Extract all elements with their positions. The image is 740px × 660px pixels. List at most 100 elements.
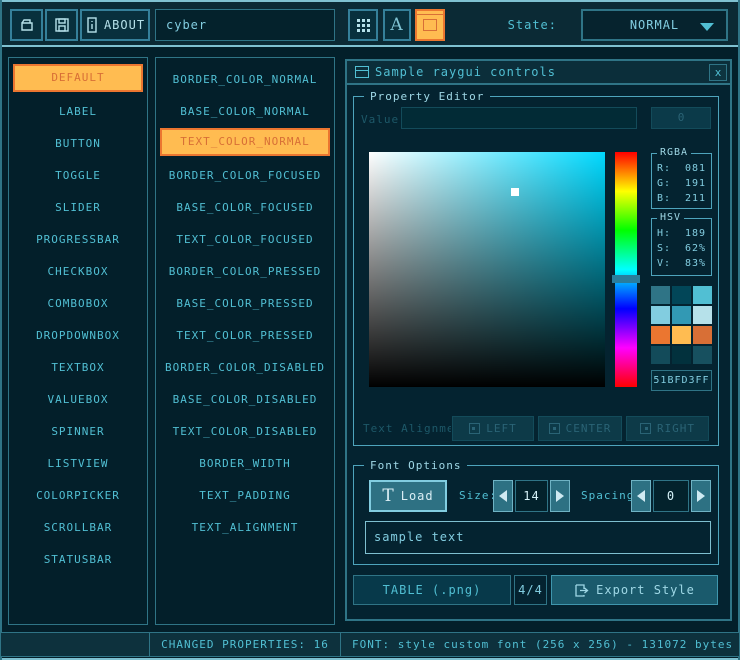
controls-list-item[interactable]: LISTVIEW (13, 448, 143, 476)
page-indicator[interactable]: 4/4 (514, 575, 547, 605)
value-input[interactable] (401, 107, 637, 129)
controls-list-item[interactable]: BUTTON (13, 128, 143, 156)
controls-list-item[interactable]: TOGGLE (13, 160, 143, 188)
color-swatch[interactable] (672, 346, 691, 364)
close-icon[interactable]: x (709, 64, 727, 81)
controls-list-item[interactable]: COLORPICKER (13, 480, 143, 508)
state-dropdown[interactable]: NORMAL (581, 9, 728, 41)
open-style-button[interactable] (10, 9, 43, 41)
arrow-right-icon (697, 490, 705, 502)
properties-list-item[interactable]: BASE_COLOR_FOCUSED (160, 192, 330, 220)
hue-bar-handle[interactable] (612, 275, 640, 283)
save-style-button[interactable] (45, 9, 78, 41)
text-alignment-label: Text Alignmen (363, 422, 451, 435)
color-swatch[interactable] (693, 346, 712, 364)
controls-view-button[interactable] (415, 9, 445, 41)
align-right-icon (640, 423, 651, 434)
controls-list-item[interactable]: SCROLLBAR (13, 512, 143, 540)
size-increase-button[interactable] (550, 480, 570, 512)
hue-bar[interactable] (615, 152, 637, 387)
controls-list-item[interactable]: VALUEBOX (13, 384, 143, 412)
hsv-row-value: 83% (685, 256, 706, 271)
properties-list-item[interactable]: BORDER_COLOR_PRESSED (160, 256, 330, 284)
controls-list-item[interactable]: STATUSBAR (13, 544, 143, 572)
color-swatch[interactable] (693, 286, 712, 304)
color-swatch[interactable] (651, 346, 670, 364)
properties-list-item[interactable]: TEXT_COLOR_FOCUSED (160, 224, 330, 252)
value-apply-button[interactable]: 0 (651, 107, 711, 129)
properties-list-item[interactable]: BORDER_COLOR_NORMAL (160, 64, 330, 92)
controls-list-item[interactable]: PROGRESSBAR (13, 224, 143, 252)
sample-window-title: Sample raygui controls (375, 61, 556, 83)
controls-list-item[interactable]: COMBOBOX (13, 288, 143, 316)
controls-list-item[interactable]: DROPDOWNBOX (13, 320, 143, 348)
statusbar-empty-segment (0, 632, 150, 657)
spacing-value-box[interactable]: 0 (653, 480, 689, 512)
info-icon (85, 17, 99, 33)
load-font-button[interactable]: T Load (369, 480, 447, 512)
properties-list-item[interactable]: TEXT_COLOR_NORMAL (160, 128, 330, 156)
load-font-label: Load (401, 489, 434, 503)
properties-list-item[interactable]: BASE_COLOR_NORMAL (160, 96, 330, 124)
properties-list-item[interactable]: BORDER_WIDTH (160, 448, 330, 476)
align-left-icon (469, 423, 480, 434)
color-swatch[interactable] (672, 306, 691, 324)
controls-list-item[interactable]: SLIDER (13, 192, 143, 220)
controls-list-item[interactable]: LABEL (13, 96, 143, 124)
color-picker-panel[interactable] (369, 152, 605, 387)
about-button[interactable]: ABOUT (80, 9, 150, 41)
spacing-increase-button[interactable] (691, 480, 711, 512)
controls-list-item[interactable]: CHECKBOX (13, 256, 143, 284)
style-name-input[interactable] (155, 9, 335, 41)
properties-list-item[interactable]: TEXT_PADDING (160, 480, 330, 508)
rgba-row-label: G: (657, 176, 671, 191)
properties-list-item[interactable]: BORDER_COLOR_FOCUSED (160, 160, 330, 188)
rgba-row-label: B: (657, 191, 671, 206)
font-options-group-label: Font Options (364, 459, 467, 472)
properties-list-item[interactable]: BORDER_COLOR_DISABLED (160, 352, 330, 380)
sample-text-input[interactable]: sample text (365, 521, 711, 554)
spacing-decrease-button[interactable] (631, 480, 651, 512)
color-picker-cursor[interactable] (511, 188, 519, 196)
sample-window-titlebar[interactable]: Sample raygui controls x (347, 61, 730, 85)
arrow-left-icon (499, 490, 507, 502)
controls-list-item[interactable]: DEFAULT (13, 64, 143, 92)
window-icon (355, 66, 369, 78)
align-left-toggle[interactable]: LEFT (452, 416, 534, 441)
align-center-label: CENTER (566, 422, 612, 435)
grid-view-button[interactable] (348, 9, 378, 41)
size-value-box[interactable]: 14 (515, 480, 548, 512)
size-decrease-button[interactable] (493, 480, 513, 512)
color-swatch[interactable] (672, 326, 691, 344)
properties-list-item[interactable]: TEXT_ALIGNMENT (160, 512, 330, 540)
table-export-format-button[interactable]: TABLE (.png) (353, 575, 511, 605)
window-mode-icon (423, 19, 437, 31)
hsv-group-label: HSV (657, 212, 684, 223)
hex-color-value[interactable]: 51BFD3FF (651, 370, 712, 391)
properties-list-item[interactable]: BASE_COLOR_DISABLED (160, 384, 330, 412)
property-editor-group: Property Editor Value: 0 RGBA R: 081 (353, 96, 719, 446)
align-center-toggle[interactable]: CENTER (538, 416, 622, 441)
font-view-button[interactable]: A (383, 9, 411, 41)
align-right-toggle[interactable]: RIGHT (626, 416, 709, 441)
property-editor-group-label: Property Editor (364, 90, 490, 103)
color-swatch[interactable] (672, 286, 691, 304)
color-swatch[interactable] (651, 306, 670, 324)
statusbar-font-info: FONT: style custom font (256 x 256) - 13… (340, 632, 740, 657)
color-swatch[interactable] (651, 286, 670, 304)
controls-list-item[interactable]: SPINNER (13, 416, 143, 444)
controls-list-item[interactable]: TEXTBOX (13, 352, 143, 380)
color-swatch[interactable] (693, 306, 712, 324)
window-border-left (0, 0, 2, 660)
properties-list-item[interactable]: TEXT_COLOR_PRESSED (160, 320, 330, 348)
rgba-group-label: RGBA (657, 147, 691, 158)
color-swatch[interactable] (651, 326, 670, 344)
rgba-row: G: 191 (652, 176, 711, 191)
font-t-icon: T (382, 488, 394, 505)
properties-list-item[interactable]: TEXT_COLOR_DISABLED (160, 416, 330, 444)
export-style-button[interactable]: Export Style (551, 575, 718, 605)
color-swatch[interactable] (693, 326, 712, 344)
sample-controls-window: Sample raygui controls x Property Editor… (345, 59, 732, 621)
rgba-row-value: 191 (685, 176, 706, 191)
properties-list-item[interactable]: BASE_COLOR_PRESSED (160, 288, 330, 316)
